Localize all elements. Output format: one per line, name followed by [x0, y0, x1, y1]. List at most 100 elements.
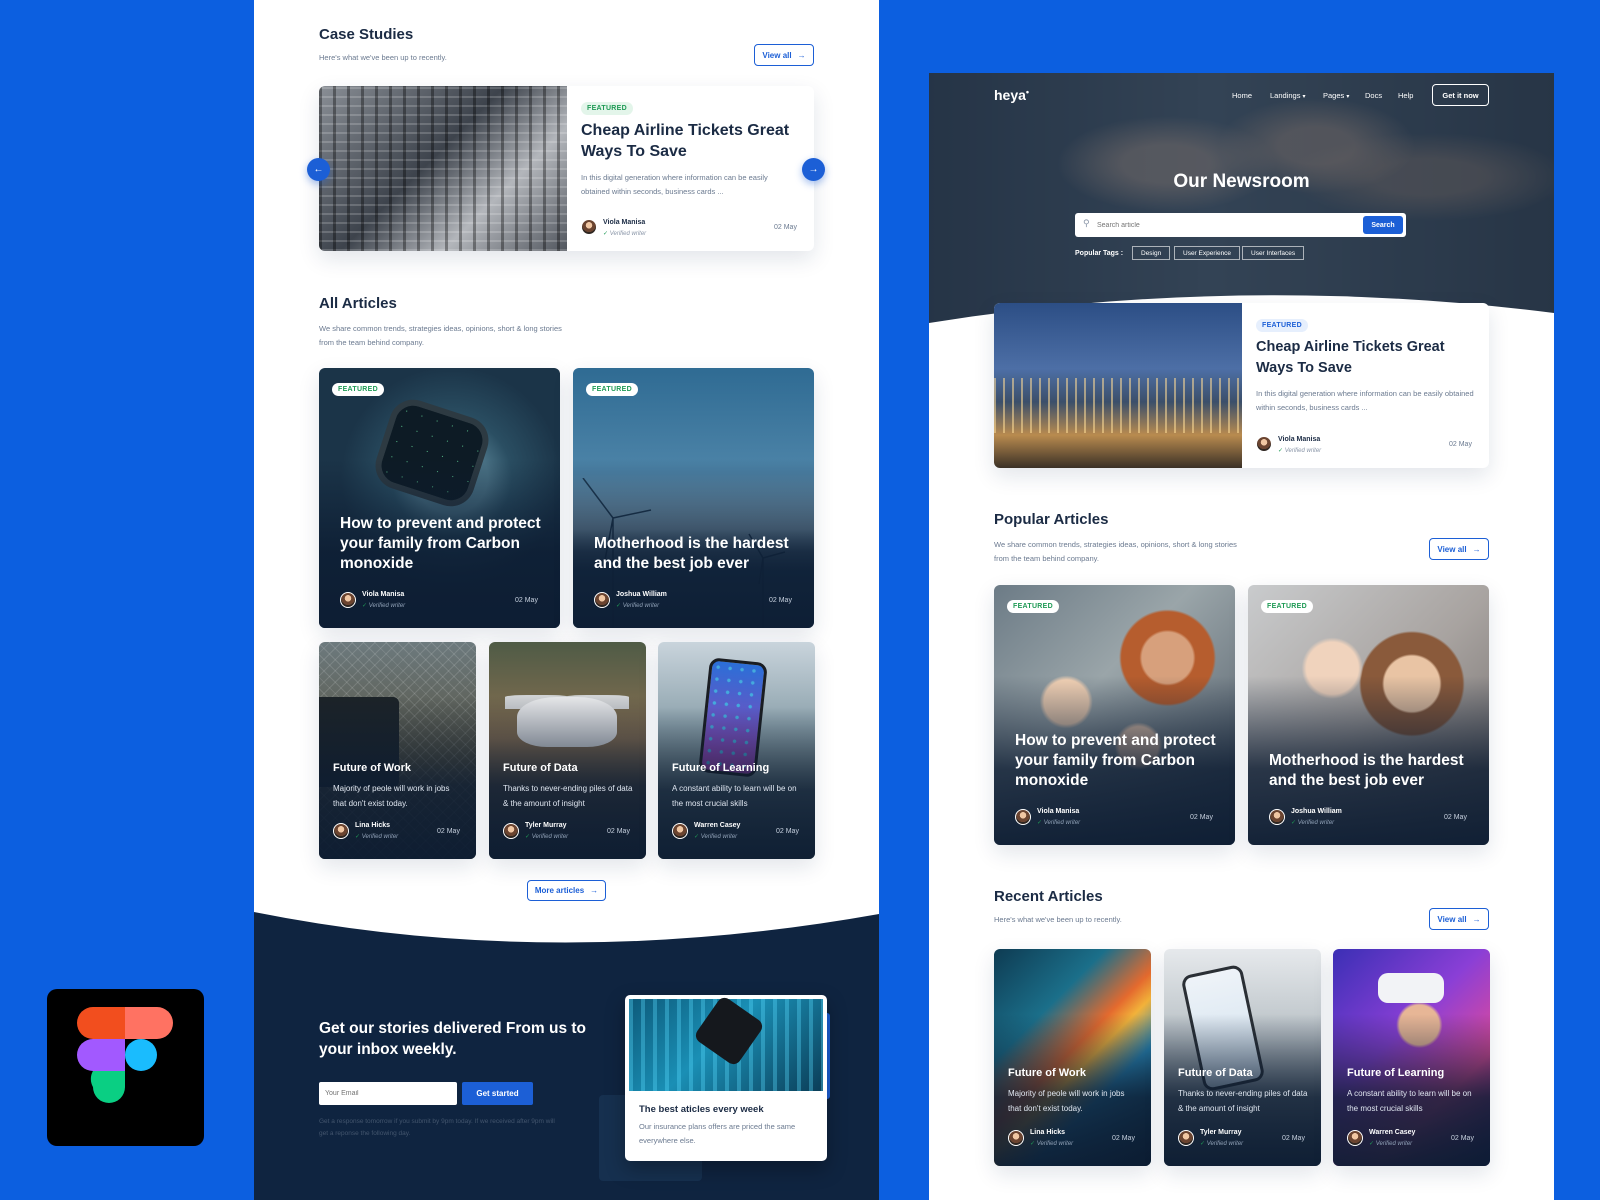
preview-card-desc: Our insurance plans offers are priced th…	[639, 1122, 796, 1145]
search-input[interactable]	[1097, 217, 1317, 233]
case-studies-title: Case Studies	[319, 26, 414, 43]
verified-label: ✓ Verified writer	[616, 603, 660, 609]
author-name: Warren Casey	[694, 822, 741, 829]
verified-label: ✓ Verified writer	[362, 603, 406, 609]
avatar	[333, 823, 349, 839]
article-card[interactable]: Future of Data Thanks to never-ending pi…	[489, 642, 646, 859]
article-desc: Majority of peole will work in jobs that…	[1008, 1089, 1125, 1113]
article-card[interactable]: FEATURED Motherhood is the hardest and t…	[1248, 585, 1489, 845]
view-all-button[interactable]: View all →	[1429, 908, 1489, 930]
article-card[interactable]: Future of Data Thanks to never-ending pi…	[1164, 949, 1321, 1166]
verified-label: ✓ Verified writer	[1291, 820, 1335, 826]
popular-subtitle: We share common trends, strategies ideas…	[994, 540, 1237, 563]
nav-item-help[interactable]: Help	[1398, 91, 1413, 100]
more-articles-button[interactable]: More articles →	[527, 880, 606, 901]
author-name: Warren Casey	[1369, 1129, 1416, 1136]
article-card[interactable]: FEATURED How to prevent and protect your…	[994, 585, 1235, 845]
author-name: Viola Manisa	[1037, 808, 1080, 815]
nav-item-docs[interactable]: Docs	[1365, 91, 1382, 100]
arrow-right-icon: →	[1472, 544, 1481, 554]
verified-label: ✓ Verified writer	[1030, 1141, 1074, 1147]
date: 02 May	[1112, 1135, 1135, 1142]
date: 02 May	[774, 224, 797, 231]
case-studies-subtitle: Here's what we've been up to recently.	[319, 53, 447, 62]
article-title: Future of Data	[503, 762, 578, 774]
arrow-right-icon: →	[797, 50, 806, 60]
featured-desc: In this digital generation where informa…	[1256, 389, 1474, 412]
date: 02 May	[1451, 1135, 1474, 1142]
tag-user-experience[interactable]: User Experience	[1174, 246, 1241, 260]
dice-shape	[692, 995, 766, 1068]
carousel-prev-button[interactable]: ←	[307, 158, 330, 181]
date: 02 May	[769, 597, 792, 604]
article-title: How to prevent and protect your family f…	[1015, 732, 1216, 789]
city-image	[319, 86, 567, 251]
nav-item-pages[interactable]: Pages ▾	[1323, 91, 1349, 100]
author-name: Joshua William	[616, 591, 667, 598]
tag-user-interfaces[interactable]: User Interfaces	[1242, 246, 1305, 260]
featured-badge: FEATURED	[1007, 600, 1059, 613]
logo[interactable]: heya•	[994, 87, 1029, 103]
article-desc: Thanks to never-ending piles of data & t…	[503, 784, 633, 808]
avatar	[503, 823, 519, 839]
recent-subtitle: Here's what we've been up to recently.	[994, 915, 1122, 924]
avatar	[581, 219, 597, 235]
nav-item-landings[interactable]: Landings ▾	[1270, 91, 1306, 100]
all-articles-title: All Articles	[319, 295, 397, 312]
avatar	[1347, 1130, 1363, 1146]
figma-logo-icon	[47, 989, 204, 1146]
verified-check-icon: ✓	[362, 603, 368, 609]
verified-check-icon: ✓	[1291, 820, 1297, 826]
avatar	[594, 592, 610, 608]
article-card[interactable]: FEATURED Motherhood is the hardest and t…	[573, 368, 814, 628]
more-articles-label: More articles	[534, 886, 585, 895]
vr-headset-image	[1378, 973, 1444, 1003]
featured-badge: FEATURED	[332, 383, 384, 396]
avatar	[1008, 1130, 1024, 1146]
view-all-button[interactable]: View all →	[1429, 538, 1489, 560]
nav-item-home[interactable]: Home	[1232, 91, 1252, 100]
article-card[interactable]: FEATURED How to prevent and protect your…	[319, 368, 560, 628]
featured-article-card[interactable]: FEATURED Cheap Airline Tickets Great Way…	[994, 303, 1489, 468]
tag-design[interactable]: Design	[1132, 246, 1171, 260]
date: 02 May	[437, 828, 460, 835]
article-title: How to prevent and protect your family f…	[340, 515, 541, 572]
author-name: Viola Manisa	[603, 219, 646, 226]
author-name: Viola Manisa	[1278, 436, 1321, 443]
case-study-card[interactable]: FEATURED Cheap Airline Tickets Great Way…	[319, 86, 814, 251]
date: 02 May	[776, 828, 799, 835]
verified-check-icon: ✓	[1200, 1141, 1206, 1147]
article-card[interactable]: Future of Learning A constant ability to…	[1333, 949, 1490, 1166]
right-page: heya• Home Landings ▾ Pages ▾ Docs Help …	[929, 73, 1554, 1200]
get-started-button[interactable]: Get started	[462, 1082, 533, 1105]
verified-check-icon: ✓	[1278, 448, 1284, 454]
case-card-title: Cheap Airline Tickets Great Ways To Save	[581, 122, 790, 160]
article-title: Future of Data	[1178, 1067, 1253, 1079]
carousel-next-button[interactable]: →	[802, 158, 825, 181]
search-button[interactable]: Search	[1363, 216, 1403, 234]
author-name: Viola Manisa	[362, 591, 405, 598]
email-field[interactable]	[319, 1082, 457, 1105]
article-desc: A constant ability to learn will be on t…	[1347, 1089, 1472, 1113]
featured-badge: FEATURED	[1261, 600, 1313, 613]
author-name: Tyler Murray	[525, 822, 567, 829]
article-card[interactable]: Future of Learning A constant ability to…	[658, 642, 815, 859]
popular-tags-label: Popular Tags :	[1075, 250, 1124, 257]
article-card[interactable]: Future of Work Majority of peole will wo…	[994, 949, 1151, 1166]
building-image	[994, 303, 1242, 468]
verified-label: ✓ Verified writer	[355, 834, 399, 840]
all-articles-subtitle: We share common trends, strategies ideas…	[319, 324, 562, 347]
avatar	[672, 823, 688, 839]
article-card[interactable]: Future of Work Majority of peole will wo…	[319, 642, 476, 859]
date: 02 May	[1449, 441, 1472, 448]
verified-check-icon: ✓	[1030, 1141, 1036, 1147]
view-all-button[interactable]: View all →	[754, 44, 814, 66]
verified-label: ✓ Verified writer	[1200, 1141, 1244, 1147]
verified-label: ✓ Verified writer	[525, 834, 569, 840]
verified-check-icon: ✓	[616, 603, 622, 609]
avatar	[1269, 809, 1285, 825]
get-it-now-button[interactable]: Get it now	[1432, 84, 1489, 106]
chevron-down-icon: ▾	[1302, 94, 1306, 100]
verified-check-icon: ✓	[355, 834, 361, 840]
verified-check-icon: ✓	[603, 231, 609, 237]
